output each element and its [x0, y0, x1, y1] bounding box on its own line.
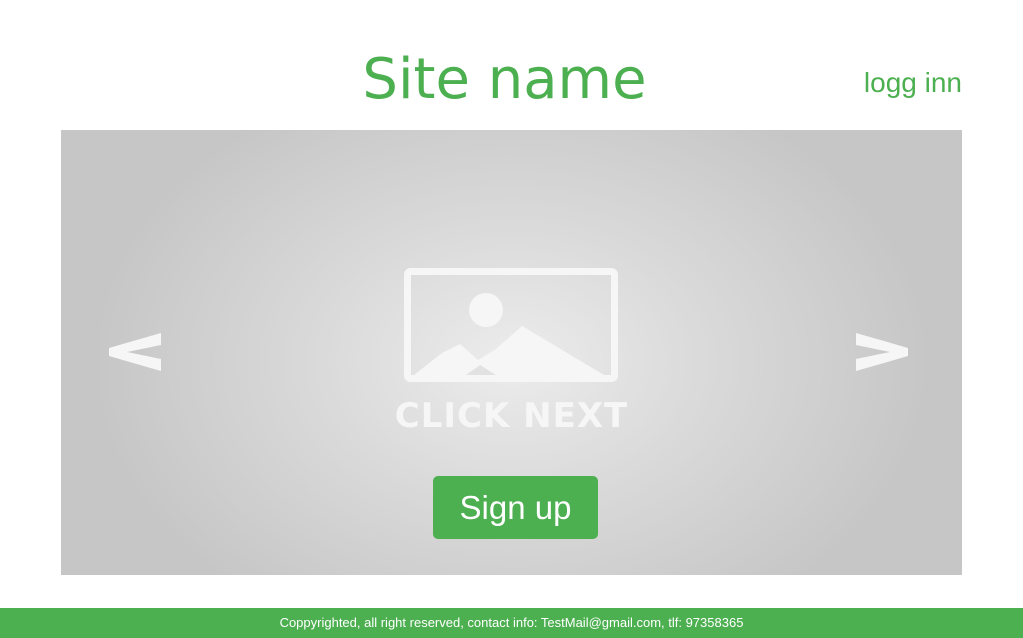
image-placeholder-icon	[404, 268, 620, 384]
image-slider: CLICK NEXT Sign up	[61, 130, 962, 575]
next-slide-button[interactable]	[852, 318, 912, 378]
chevron-left-icon	[109, 333, 161, 371]
site-header: Site name logg inn	[0, 0, 1023, 130]
placeholder-caption: CLICK NEXT	[394, 396, 629, 436]
site-title: Site name	[362, 47, 647, 112]
site-footer: Coppyrighted, all right reserved, contac…	[0, 608, 1023, 638]
previous-slide-button[interactable]	[105, 318, 165, 378]
footer-copyright: Coppyrighted, all right reserved, contac…	[279, 615, 744, 630]
login-link[interactable]: logg inn	[864, 66, 962, 100]
signup-button[interactable]: Sign up	[433, 476, 598, 539]
chevron-right-icon	[856, 333, 908, 371]
